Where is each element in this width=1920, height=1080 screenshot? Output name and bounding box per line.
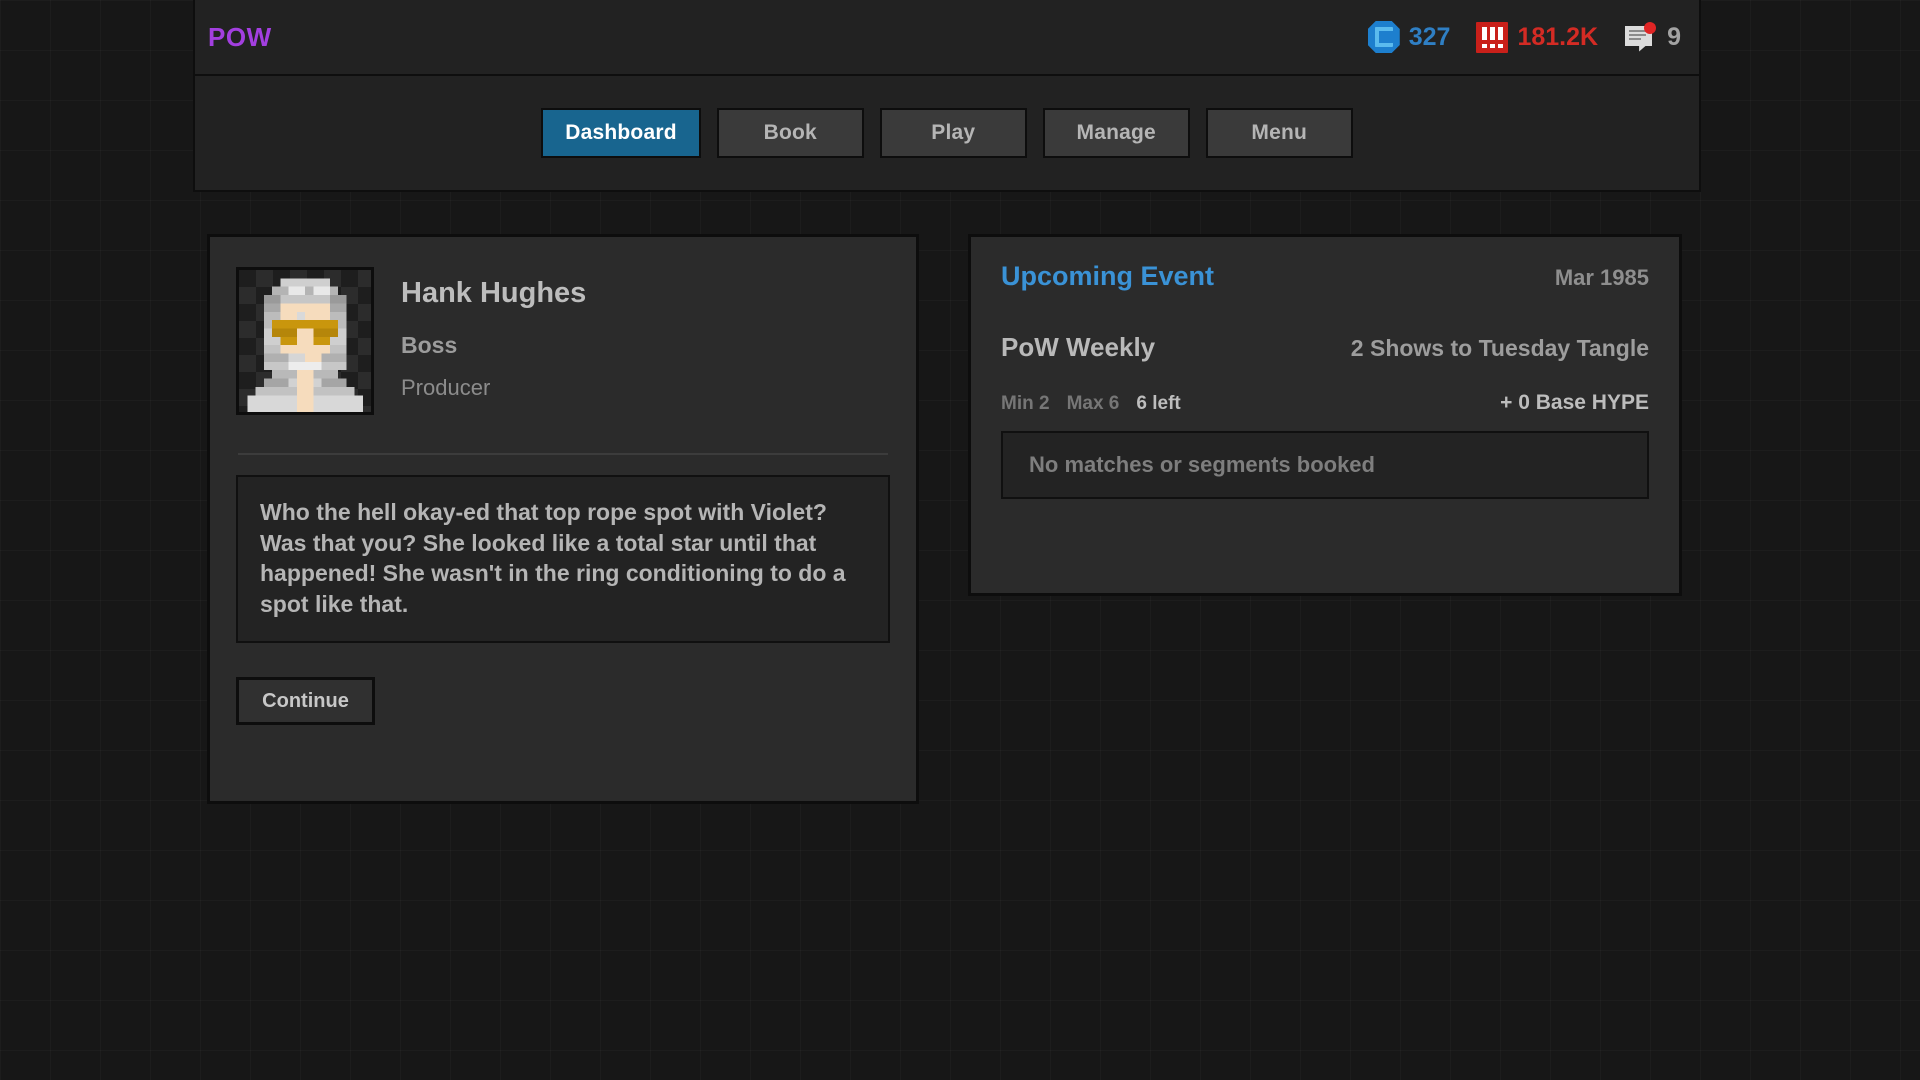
resource-stats: 327 181.2K 9 <box>1367 21 1681 53</box>
stat-cash[interactable]: 327 <box>1367 21 1451 53</box>
main-nav: Dashboard Book Play Manage Menu <box>195 76 1699 190</box>
event-base-hype: + 0 Base HYPE <box>1500 391 1649 414</box>
card-divider <box>238 453 888 455</box>
tab-menu[interactable]: Menu <box>1205 108 1353 158</box>
event-empty-slot[interactable]: No matches or segments booked <box>1001 431 1649 499</box>
app-header: POW 327 181.2K 9 Dashboard Book Play Man… <box>193 0 1701 192</box>
character-dialogue-card: Hank Hughes Boss Producer Who the hell o… <box>207 234 919 804</box>
upcoming-event-date: Mar 1985 <box>1554 265 1649 290</box>
event-name: PoW Weekly <box>1001 332 1156 362</box>
event-min-slots: Min 2 <box>1001 393 1050 414</box>
upcoming-event-title: Upcoming Event <box>1001 261 1215 291</box>
stat-news-value: 9 <box>1667 22 1681 51</box>
stat-cash-value: 327 <box>1408 22 1451 51</box>
character-role: Boss <box>401 332 458 358</box>
character-header: Hank Hughes Boss Producer <box>236 267 890 415</box>
cash-coin-icon <box>1367 21 1400 53</box>
tab-book[interactable]: Book <box>716 108 864 158</box>
event-slot-limits: Min 2 Max 6 6 left <box>1001 393 1181 415</box>
event-empty-slot-label: No matches or segments booked <box>1029 452 1375 477</box>
event-shows-note: 2 Shows to Tuesday Tangle <box>1350 335 1649 361</box>
character-info: Hank Hughes Boss Producer <box>401 267 586 401</box>
tab-dashboard[interactable]: Dashboard <box>541 108 701 158</box>
character-name: Hank Hughes <box>401 277 587 309</box>
hype-icon <box>1476 21 1509 53</box>
stat-news[interactable]: 9 <box>1624 21 1681 53</box>
top-status-bar: POW 327 181.2K 9 <box>195 0 1699 76</box>
upcoming-event-summary: PoW Weekly 2 Shows to Tuesday Tangle <box>1001 332 1649 363</box>
tab-manage[interactable]: Manage <box>1042 108 1190 158</box>
character-job: Producer <box>401 375 491 400</box>
pixel-portrait-avatar <box>236 267 374 415</box>
event-slots-left: 6 left <box>1136 393 1181 414</box>
continue-button[interactable]: Continue <box>236 677 375 726</box>
app-logo: POW <box>208 21 272 52</box>
dialogue-text: Who the hell okay-ed that top rope spot … <box>236 475 890 644</box>
event-meta-row: Min 2 Max 6 6 left + 0 Base HYPE <box>1001 391 1649 415</box>
news-message-icon <box>1624 21 1658 53</box>
upcoming-event-card: Upcoming Event Mar 1985 PoW Weekly 2 Sho… <box>968 234 1682 596</box>
upcoming-event-header: Upcoming Event Mar 1985 <box>1001 261 1649 292</box>
event-max-slots: Max 6 <box>1066 393 1120 414</box>
tab-play[interactable]: Play <box>879 108 1027 158</box>
stat-hype-value: 181.2K <box>1517 22 1599 51</box>
stat-hype[interactable]: 181.2K <box>1476 21 1599 53</box>
